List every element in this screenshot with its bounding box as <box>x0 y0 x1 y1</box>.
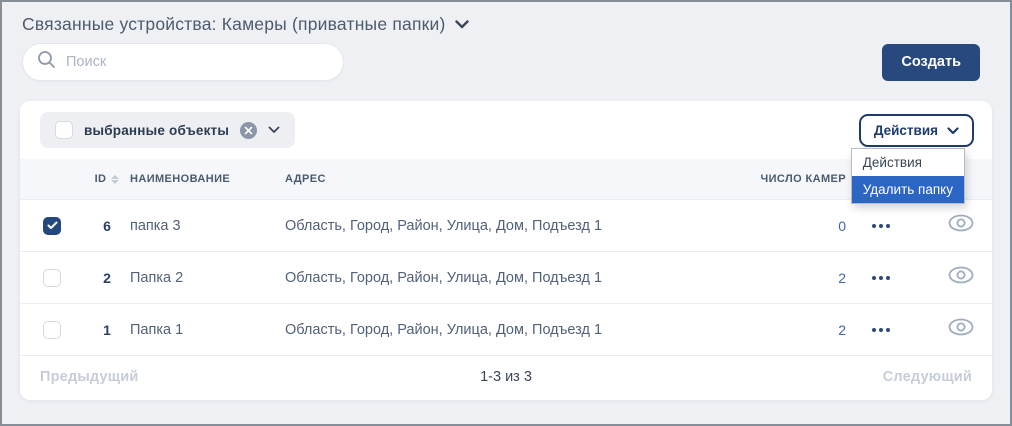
pagination-range-label: 1-3 из 3 <box>351 369 662 385</box>
table-row: 2 Папка 2 Область, Город, Район, Улица, … <box>20 251 992 303</box>
cell-name: папка 3 <box>130 218 285 234</box>
cell-id: 1 <box>84 322 130 338</box>
row-menu-button[interactable] <box>846 276 916 280</box>
cell-cameras-count: 2 <box>696 270 846 286</box>
eye-icon <box>948 318 974 341</box>
cell-id: 2 <box>84 270 130 286</box>
kebab-icon <box>872 276 890 280</box>
select-all-checkbox[interactable] <box>55 121 73 139</box>
pagination-prev-button[interactable]: Предыдущий <box>40 369 351 385</box>
selection-bar: выбранные объекты Действия <box>20 101 992 159</box>
pagination: Предыдущий 1-3 из 3 Следующий <box>20 355 992 400</box>
toolbar: Создать <box>2 35 1010 81</box>
view-button[interactable] <box>916 266 974 289</box>
row-checkbox[interactable] <box>43 269 61 287</box>
kebab-icon <box>872 224 890 228</box>
table-header: ID НАИМЕНОВАНИЕ АДРЕС ЧИСЛО КАМЕР <box>20 159 992 199</box>
cell-cameras-count: 2 <box>696 322 846 338</box>
cell-name: Папка 1 <box>130 322 285 338</box>
search-input[interactable] <box>66 54 329 70</box>
menu-item-delete-folder[interactable]: Удалить папку <box>852 176 964 203</box>
chevron-down-icon <box>455 20 469 29</box>
search-icon <box>37 50 56 74</box>
view-button[interactable] <box>916 214 974 237</box>
clear-selection-button[interactable] <box>240 122 257 139</box>
sort-icon <box>111 175 119 184</box>
eye-icon <box>948 214 974 237</box>
folders-card: выбранные объекты Действия <box>20 101 992 400</box>
column-header-id-label: ID <box>95 173 107 185</box>
eye-icon <box>948 266 974 289</box>
app-window: Связанные устройства: Камеры (приватные … <box>0 0 1012 426</box>
view-button[interactable] <box>916 318 974 341</box>
column-header-cameras: ЧИСЛО КАМЕР <box>696 173 846 185</box>
title-dropdown-toggle[interactable] <box>455 20 469 29</box>
column-header-address: АДРЕС <box>285 173 696 185</box>
search-box[interactable] <box>22 43 344 81</box>
page-title: Связанные устройства: Камеры (приватные … <box>22 14 445 35</box>
kebab-icon <box>872 328 890 332</box>
row-menu-button[interactable] <box>846 224 916 228</box>
cell-cameras-count: 0 <box>696 218 846 234</box>
row-menu-button[interactable] <box>846 328 916 332</box>
row-checkbox[interactable] <box>43 321 61 339</box>
check-icon <box>47 217 58 235</box>
selected-objects-chip[interactable]: выбранные объекты <box>40 112 295 148</box>
cell-address: Область, Город, Район, Улица, Дом, Подъе… <box>285 322 696 338</box>
page-header: Связанные устройства: Камеры (приватные … <box>2 2 1010 35</box>
column-header-name: НАИМЕНОВАНИЕ <box>130 173 285 185</box>
actions-menu: Действия Удалить папку <box>851 148 965 204</box>
column-header-id[interactable]: ID <box>84 173 130 185</box>
actions-button-label: Действия <box>874 123 938 138</box>
chevron-down-icon[interactable] <box>268 126 280 134</box>
cell-name: Папка 2 <box>130 270 285 286</box>
cell-id: 6 <box>84 218 130 234</box>
row-checkbox[interactable] <box>43 217 61 235</box>
actions-button[interactable]: Действия <box>859 114 974 147</box>
cell-address: Область, Город, Район, Улица, Дом, Подъе… <box>285 270 696 286</box>
menu-item-actions[interactable]: Действия <box>852 149 964 176</box>
cell-address: Область, Город, Район, Улица, Дом, Подъе… <box>285 218 696 234</box>
selected-objects-label: выбранные объекты <box>84 123 229 138</box>
create-button[interactable]: Создать <box>882 44 980 81</box>
chevron-down-icon <box>947 123 959 138</box>
table-row: 6 папка 3 Область, Город, Район, Улица, … <box>20 199 992 251</box>
actions-dropdown: Действия Действия Удалить папку <box>859 114 974 147</box>
table-row: 1 Папка 1 Область, Город, Район, Улица, … <box>20 303 992 355</box>
x-icon <box>244 126 253 135</box>
pagination-next-button[interactable]: Следующий <box>661 369 972 385</box>
